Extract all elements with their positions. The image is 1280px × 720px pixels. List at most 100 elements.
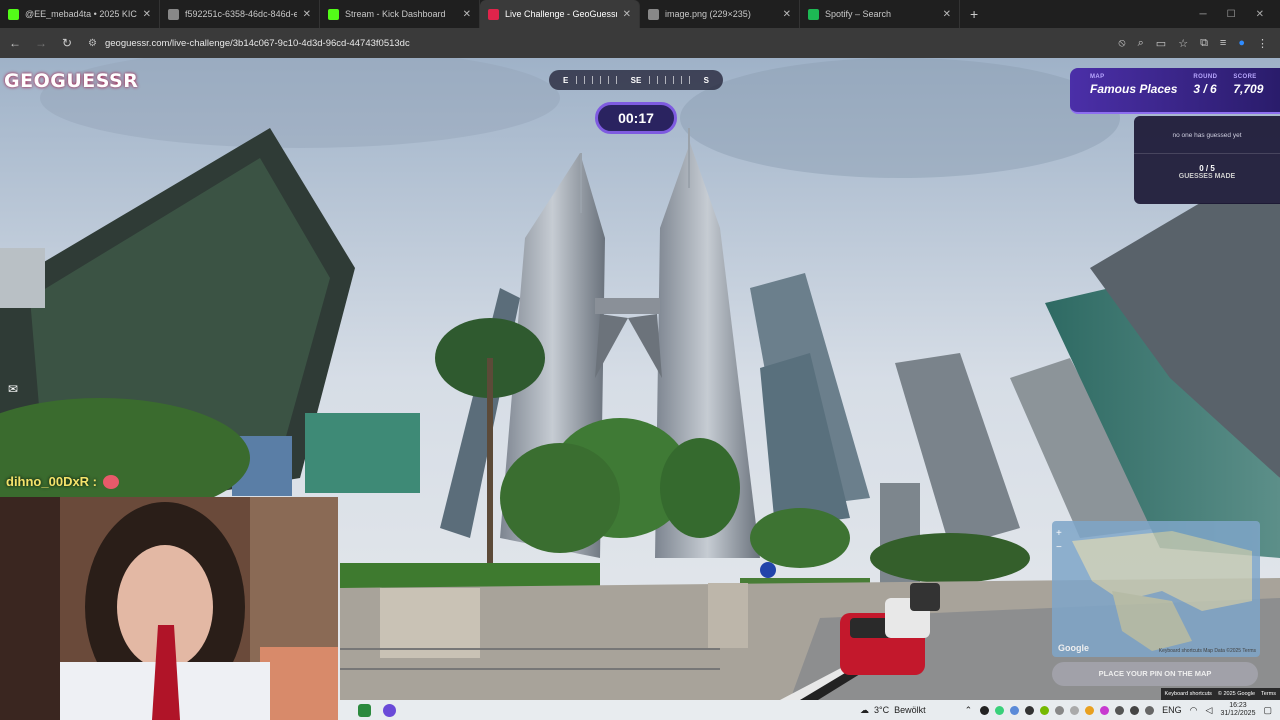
- compass: E SE S: [549, 70, 723, 90]
- round-label: ROUND: [1193, 74, 1218, 80]
- tab-close-icon[interactable]: ✕: [783, 9, 791, 20]
- chat-toggle-icon[interactable]: ✉: [8, 382, 24, 398]
- place-pin-button[interactable]: PLACE YOUR PIN ON THE MAP: [1052, 662, 1258, 686]
- clock-time: 16:23: [1229, 702, 1247, 709]
- tray-icon[interactable]: [1025, 705, 1035, 715]
- no-guess-text: no one has guessed yet: [1172, 132, 1242, 139]
- tray-icon[interactable]: [1100, 705, 1110, 715]
- compass-ticks: [649, 76, 696, 84]
- tab-title: Live Challenge - GeoGuessr: [505, 9, 617, 19]
- minimap-google-logo: Google: [1058, 643, 1089, 653]
- reload-icon[interactable]: ↻: [58, 36, 76, 50]
- tray-icon[interactable]: [1130, 705, 1140, 715]
- tray-icon[interactable]: [980, 705, 990, 715]
- tray-chevron-icon[interactable]: ⌃: [965, 705, 973, 716]
- tray-icon[interactable]: [995, 705, 1005, 715]
- map-value: Famous Places: [1090, 82, 1178, 96]
- tray-icon[interactable]: [1115, 705, 1125, 715]
- webcam-feed: [0, 497, 338, 720]
- back-icon[interactable]: ←: [6, 36, 24, 50]
- profile-icon[interactable]: ●: [1238, 37, 1245, 50]
- tray-icon[interactable]: [1010, 705, 1020, 715]
- tray-icon[interactable]: [1085, 705, 1095, 715]
- window-controls: ─ ☐ ✕: [1200, 0, 1280, 28]
- map-label: MAP: [1090, 74, 1105, 80]
- app-icon[interactable]: [383, 703, 396, 717]
- browser-tab[interactable]: Spotify – Search ✕: [800, 0, 960, 28]
- bookmark-star-icon[interactable]: ☆: [1178, 37, 1188, 50]
- terms-link[interactable]: Terms: [1261, 688, 1276, 700]
- tray-icon[interactable]: [1070, 705, 1080, 715]
- emote-icon: [103, 474, 120, 489]
- site-info-icon[interactable]: ⚙: [88, 38, 97, 49]
- tab-close-icon[interactable]: ✕: [143, 9, 151, 20]
- weather-icon: ☁: [860, 704, 869, 715]
- compass-center: SE: [630, 75, 642, 85]
- notification-icon[interactable]: ▢: [1263, 705, 1272, 716]
- tab-close-icon[interactable]: ✕: [623, 9, 631, 20]
- chat-username: dihno_00DxR :: [6, 474, 98, 489]
- media-icon[interactable]: ≡: [1220, 37, 1226, 50]
- browser-tab[interactable]: Live Challenge - GeoGuessr ✕: [480, 0, 640, 28]
- streetview-attribution: Keyboard shortcuts © 2025 Google Terms: [1160, 688, 1280, 700]
- tray-icon[interactable]: [1040, 705, 1050, 715]
- guesses-made-label: GUESSES MADE: [1178, 173, 1236, 180]
- tab-favicon-icon: [648, 8, 659, 20]
- chat-message: dihno_00DxR :: [6, 474, 120, 489]
- guesses-panel: no one has guessed yet 0 / 5 GUESSES MAD…: [1134, 116, 1280, 204]
- weather-desc: Bewölkt: [894, 705, 926, 715]
- compass-ticks: [576, 76, 623, 84]
- tab-favicon-icon: [328, 8, 339, 20]
- new-tab-button[interactable]: +: [960, 0, 988, 28]
- tab-title: @EE_mebad4ta • 2025 KICK W: [25, 9, 137, 19]
- extensions-icon[interactable]: ⧉: [1200, 37, 1208, 50]
- menu-icon[interactable]: ⋮: [1257, 37, 1268, 50]
- app-icon[interactable]: [358, 703, 371, 717]
- browser-tab[interactable]: Stream - Kick Dashboard ✕: [320, 0, 480, 28]
- url-text: geoguessr.com/live-challenge/3b14c067-9c…: [104, 37, 410, 49]
- tab-close-icon[interactable]: ✕: [943, 9, 951, 20]
- mute-icon[interactable]: ⦸: [1118, 37, 1125, 50]
- browser-tab[interactable]: f592251c-6358-46dc-846d-e1 ✕: [160, 0, 320, 28]
- close-window-icon[interactable]: ✕: [1256, 9, 1264, 20]
- clock[interactable]: 16:23 31/12/2025: [1220, 702, 1255, 718]
- weather-widget[interactable]: ☁ 3°C Bewölkt: [860, 705, 926, 716]
- divider: [1134, 153, 1280, 154]
- browser-tab[interactable]: image.png (229×235) ✕: [640, 0, 800, 28]
- compass-right: S: [703, 75, 710, 85]
- tab-close-icon[interactable]: ✕: [303, 9, 311, 20]
- tab-bar: @EE_mebad4ta • 2025 KICK W✕f592251c-6358…: [0, 0, 1280, 28]
- wifi-icon[interactable]: ◠: [1190, 705, 1198, 716]
- tab-favicon-icon: [808, 8, 819, 20]
- tray-icon[interactable]: [1055, 705, 1065, 715]
- zoom-icon[interactable]: ⌕: [1138, 37, 1144, 50]
- tab-title: f592251c-6358-46dc-846d-e1: [185, 9, 297, 19]
- minimap-land: [1072, 531, 1252, 651]
- forward-icon[interactable]: →: [32, 36, 50, 50]
- score-value: 7,709: [1233, 82, 1264, 96]
- language-indicator[interactable]: ENG: [1162, 705, 1182, 715]
- keyboard-shortcuts-link[interactable]: Keyboard shortcuts: [1165, 688, 1212, 700]
- tray-icon[interactable]: [1145, 705, 1155, 715]
- tab-close-icon[interactable]: ✕: [463, 9, 471, 20]
- guess-minimap[interactable]: + − Google Keyboard shortcuts Map Data ©2…: [1052, 521, 1260, 657]
- game-status: MAP Famous Places ROUND 3 / 6 SCORE 7,70…: [1070, 68, 1280, 114]
- tab-title: Spotify – Search: [825, 9, 892, 19]
- tab-favicon-icon: [488, 8, 499, 20]
- webcam-image: [0, 497, 338, 720]
- weather-temp: 3°C: [874, 705, 890, 715]
- tab-title: Stream - Kick Dashboard: [345, 9, 446, 19]
- taskbar: ☁ 3°C Bewölkt ⌃ ENG ◠ ◁ 16:23 31/12/2025…: [338, 700, 1280, 720]
- tab-favicon-icon: [168, 8, 179, 20]
- url-field[interactable]: ⚙ geoguessr.com/live-challenge/3b14c067-…: [84, 32, 1110, 54]
- address-bar: ← → ↻ ⚙ geoguessr.com/live-challenge/3b1…: [0, 28, 1280, 58]
- score-label: SCORE: [1233, 74, 1257, 80]
- volume-icon[interactable]: ◁: [1206, 705, 1213, 716]
- maximize-icon[interactable]: ☐: [1227, 9, 1236, 20]
- browser-tab[interactable]: @EE_mebad4ta • 2025 KICK W ✕: [0, 0, 160, 28]
- system-tray: [980, 705, 1155, 715]
- cast-icon[interactable]: ▭: [1156, 37, 1166, 50]
- minimap-zoom-controls[interactable]: + −: [1056, 527, 1062, 555]
- minimize-icon[interactable]: ─: [1200, 9, 1207, 20]
- geoguessr-logo[interactable]: GEOGUESSR: [4, 70, 138, 92]
